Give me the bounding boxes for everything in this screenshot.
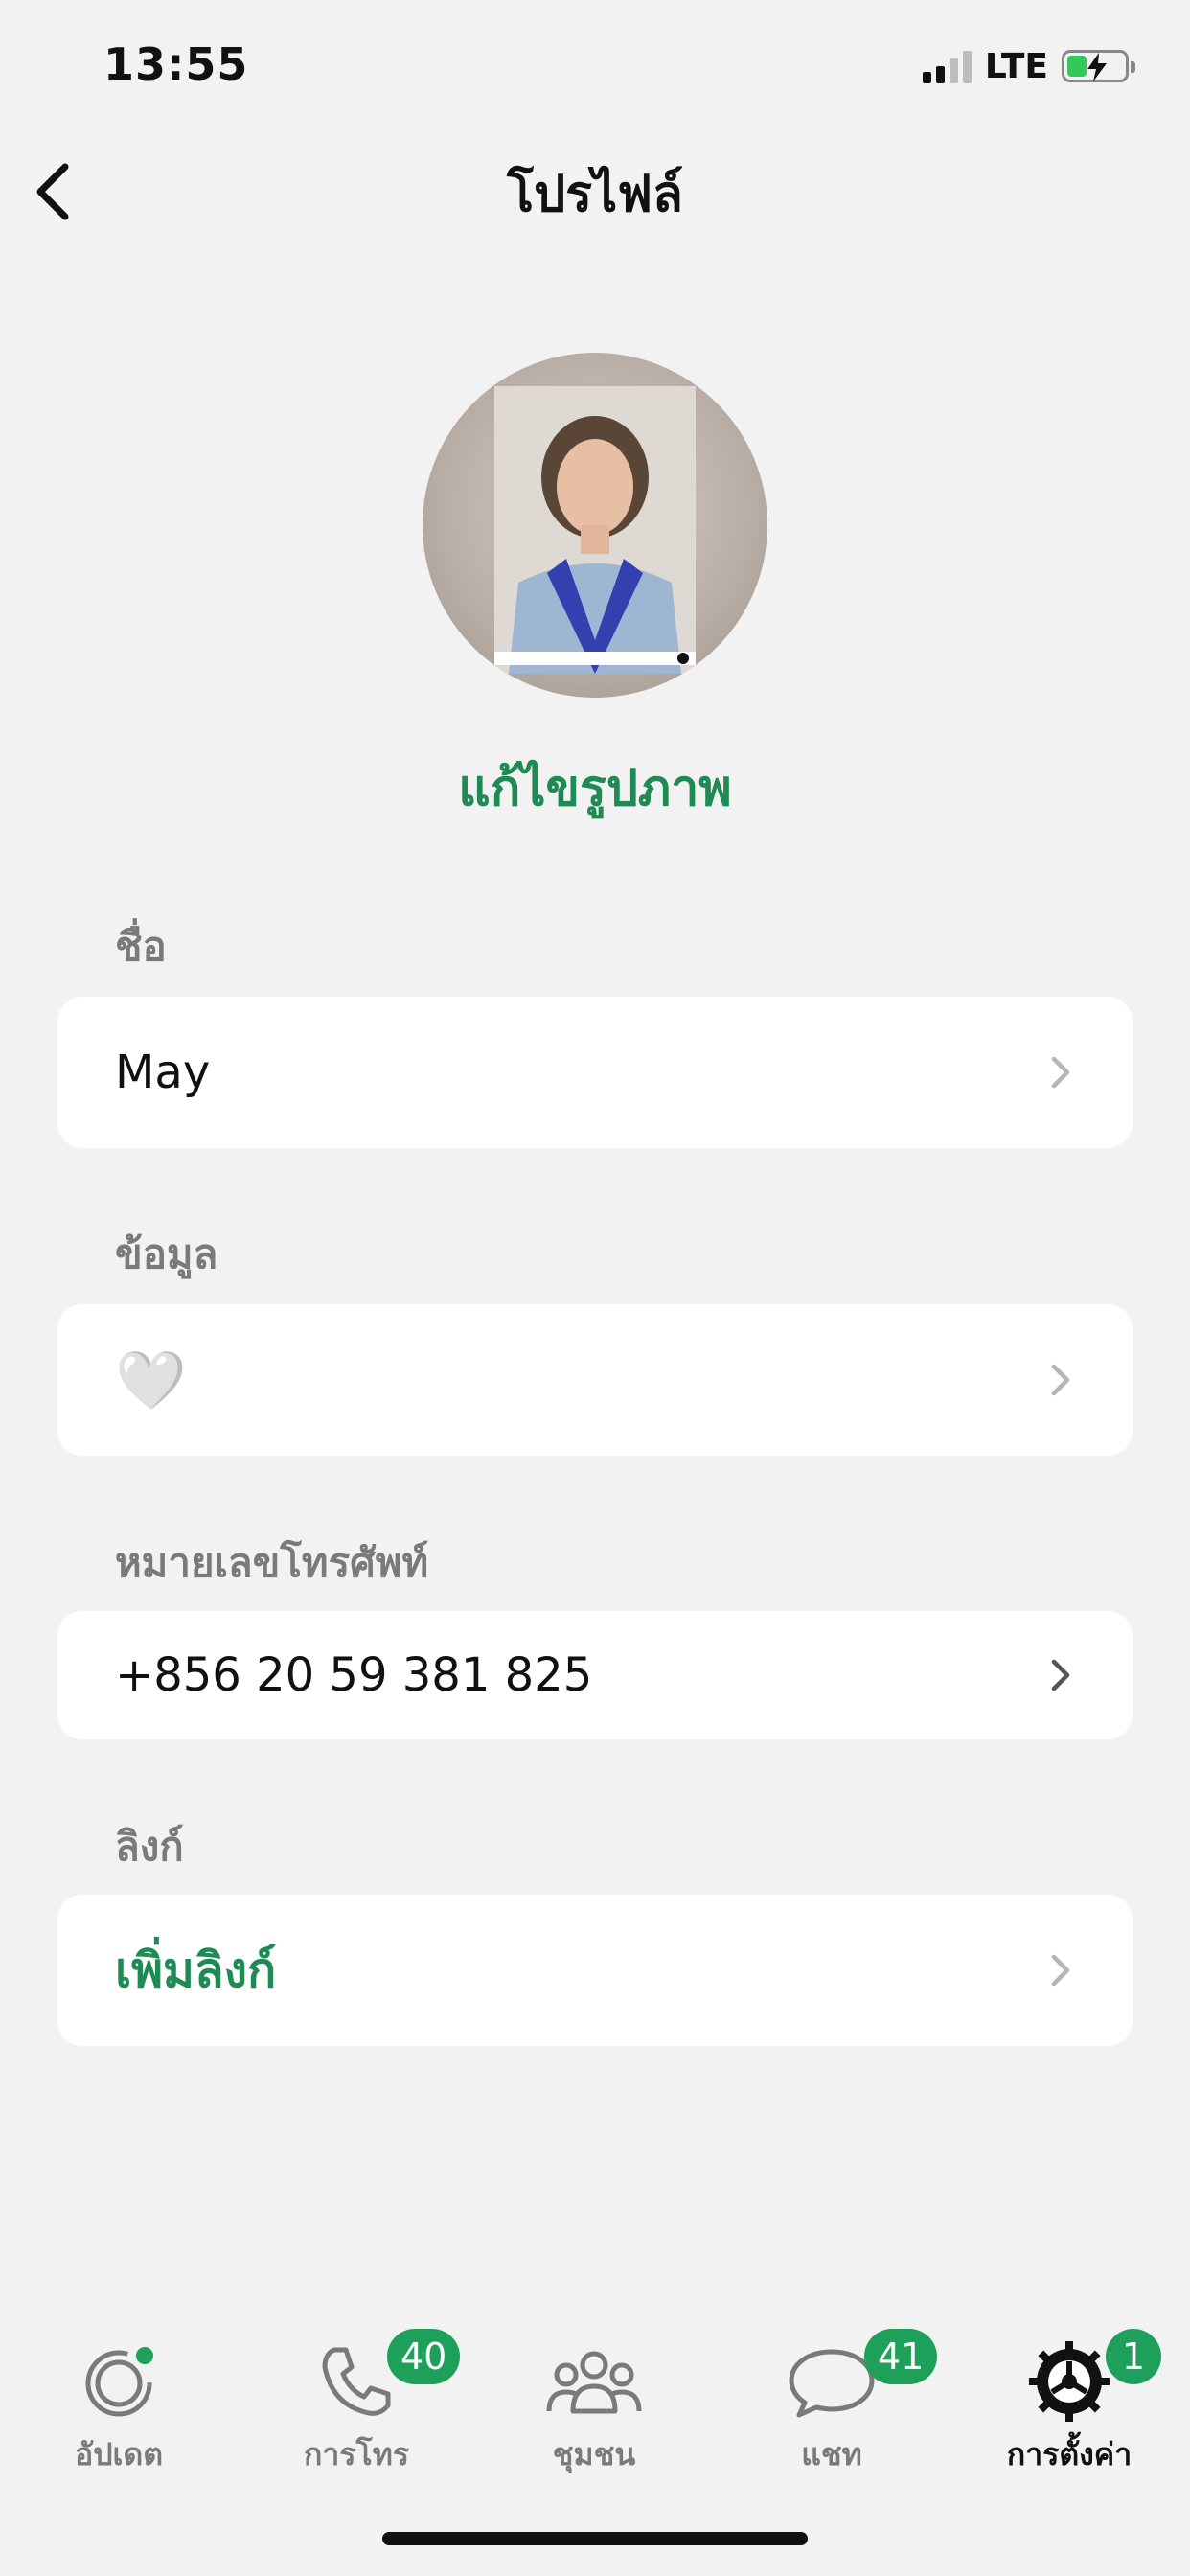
links-label: ลิงก์: [115, 1823, 184, 1870]
network-type: LTE: [984, 46, 1048, 86]
status-indicators: LTE: [922, 42, 1135, 90]
add-link-value: เพิ่มลิงก์: [115, 1942, 277, 1998]
tab-label: แชท: [801, 2436, 862, 2472]
about-row[interactable]: 🤍: [57, 1304, 1133, 1456]
chats-badge: 41: [864, 2329, 938, 2384]
edit-photo-button[interactable]: แก้ไขรูปภาพ: [0, 748, 1190, 827]
add-link-row[interactable]: เพิ่มลิงก์: [57, 1895, 1133, 2046]
battery-icon: [1062, 50, 1135, 82]
profile-avatar[interactable]: [423, 353, 767, 698]
tab-label: อัปเดต: [74, 2436, 164, 2472]
tab-bar: อัปเดต การโทร 40 ชุมชน แชท 41 การตั้งค่า…: [0, 2329, 1190, 2472]
about-label: ข้อมูล: [115, 1230, 218, 1277]
page-title: โปรไฟล์: [507, 166, 683, 223]
settings-icon: [1029, 2341, 1110, 2422]
chevron-right-icon: [1051, 1954, 1070, 1987]
about-value: 🤍: [115, 1346, 187, 1414]
calls-badge: 40: [387, 2329, 461, 2384]
tab-communities[interactable]: ชุมชน: [498, 2338, 690, 2479]
signal-icon: [922, 49, 972, 83]
name-label: ชื่อ: [115, 923, 167, 970]
settings-badge: 1: [1106, 2329, 1161, 2384]
community-icon: [546, 2351, 642, 2414]
chevron-right-icon: [1051, 1056, 1070, 1089]
profile-screen: 13:55 LTE โปรไฟล์ แก้ไขรูปภาพ ชื่อ May ข…: [0, 0, 1190, 2576]
tab-settings[interactable]: การตั้งค่า 1: [973, 2329, 1165, 2479]
chevron-right-icon: [1051, 1364, 1070, 1396]
status-time: 13:55: [103, 38, 249, 90]
name-row[interactable]: May: [57, 997, 1133, 1148]
home-indicator[interactable]: [382, 2532, 808, 2545]
tab-chats[interactable]: แชท 41: [736, 2329, 938, 2479]
chevron-right-icon: [1051, 1659, 1070, 1691]
name-value: May: [115, 1046, 211, 1099]
tab-updates[interactable]: อัปเดต: [23, 2338, 215, 2479]
tab-label: การโทร: [304, 2436, 409, 2472]
phone-value: +856 20 59 381 825: [115, 1648, 593, 1702]
phone-label: หมายเลขโทรศัพท์: [115, 1539, 429, 1586]
updates-icon: [85, 2347, 153, 2417]
tab-calls[interactable]: การโทร 40: [261, 2329, 461, 2479]
phone-row[interactable]: +856 20 59 381 825: [57, 1611, 1133, 1739]
tab-label: การตั้งค่า: [1006, 2436, 1133, 2472]
tab-label: ชุมชน: [552, 2436, 636, 2472]
